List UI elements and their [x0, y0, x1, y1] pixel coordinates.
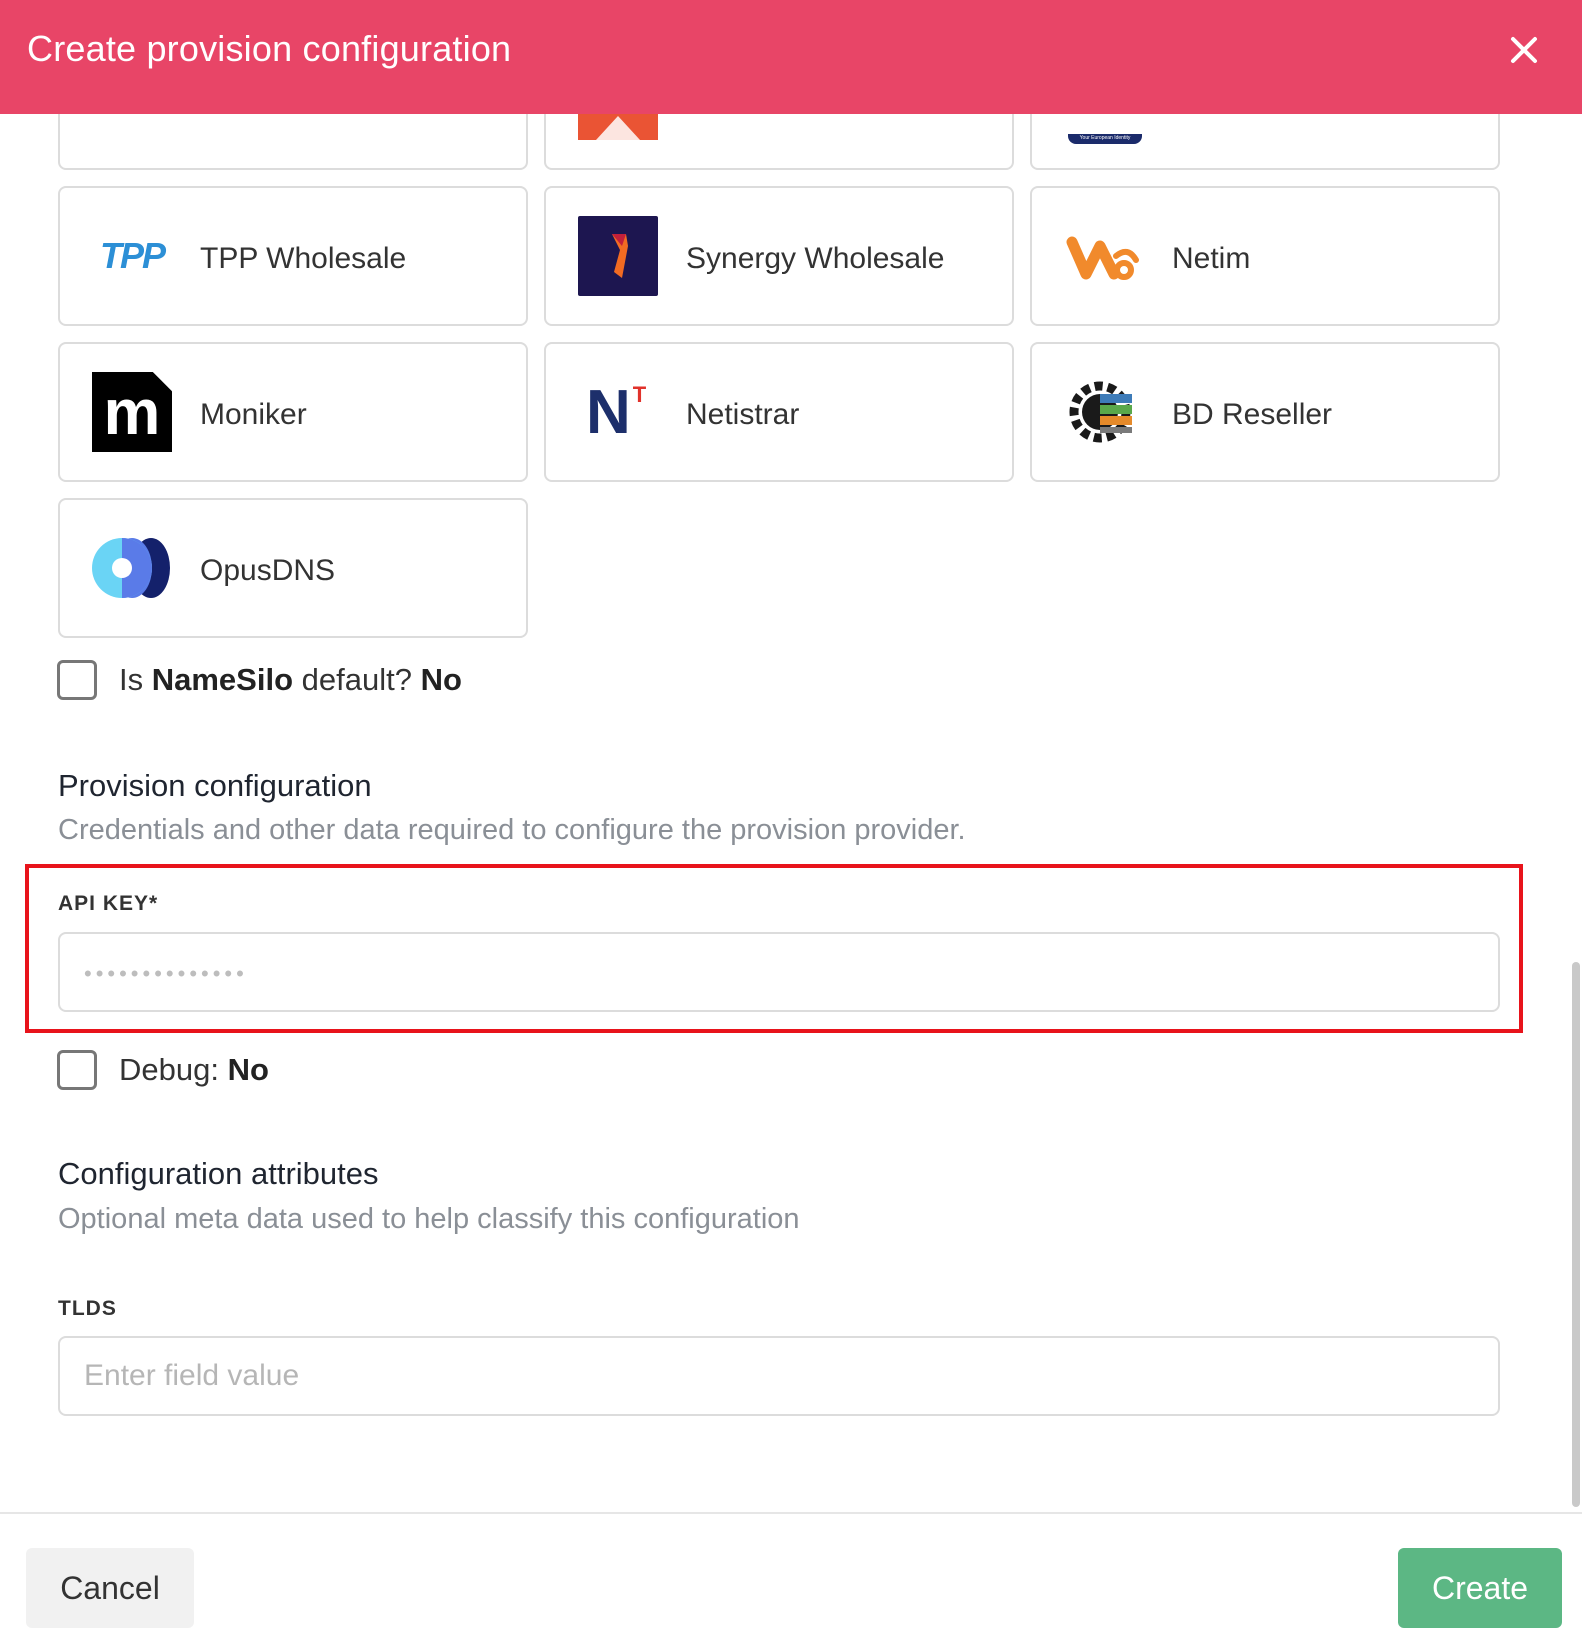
provision-section-title: Provision configuration — [58, 768, 372, 803]
provider-card-netim[interactable]: Netim — [1030, 186, 1500, 326]
provider-card-opusdns[interactable]: OpusDNS — [58, 498, 528, 638]
debug-checkbox-label: Debug: No — [119, 1052, 269, 1087]
default-checkbox[interactable] — [57, 660, 97, 700]
default-checkbox-label: Is NameSilo default? No — [119, 662, 462, 697]
moniker-logo-icon: m — [92, 372, 172, 452]
provider-card-synergy-wholesale[interactable]: Synergy Wholesale — [544, 186, 1014, 326]
provider-card-partial-1[interactable] — [58, 114, 528, 170]
synergy-logo-icon — [578, 216, 658, 296]
netistrar-logo-icon: N T — [586, 377, 647, 447]
provider-label: BD Reseller — [1172, 398, 1333, 431]
create-button[interactable]: Create — [1398, 1548, 1562, 1628]
provider-card-netistrar[interactable]: N T Netistrar — [544, 342, 1014, 482]
opusdns-logo-icon — [92, 528, 172, 608]
netim-logo-icon — [1064, 216, 1144, 296]
provision-section-description: Credentials and other data required to c… — [58, 814, 966, 846]
debug-checkbox-row: Debug: No — [57, 1050, 269, 1090]
modal-title: Create provision configuration — [27, 28, 512, 69]
tlds-input[interactable] — [58, 1336, 1500, 1416]
provider-label: OpusDNS — [200, 554, 336, 587]
modal-header: Create provision configuration — [0, 0, 1582, 114]
attributes-section-description: Optional meta data used to help classify… — [58, 1203, 800, 1235]
default-checkbox-row: Is NameSilo default? No — [57, 660, 462, 700]
provider-partial-logo-icon — [578, 114, 658, 140]
cancel-button[interactable]: Cancel — [26, 1548, 194, 1628]
provider-card-tpp-wholesale[interactable]: TPP TPP Wholesale — [58, 186, 528, 326]
eurid-logo-icon: Your European Identity — [1068, 134, 1142, 144]
modal-body[interactable]: Your European Identity TPP TPP Wholesale… — [0, 114, 1582, 1512]
attributes-section-title: Configuration attributes — [58, 1156, 379, 1191]
tpp-logo-icon: TPP — [99, 235, 166, 276]
provider-label: Synergy Wholesale — [686, 242, 945, 275]
eurid-logo-text: Your European Identity — [1079, 135, 1131, 141]
tlds-label: TLDS — [58, 1297, 117, 1320]
provider-card-partial-2[interactable] — [544, 114, 1014, 170]
scrollbar-thumb[interactable] — [1572, 962, 1580, 1507]
debug-checkbox[interactable] — [57, 1050, 97, 1090]
provider-label: TPP Wholesale — [200, 242, 407, 275]
provider-label: Moniker — [200, 398, 307, 431]
api-key-label: API KEY* — [58, 892, 159, 915]
modal-footer: Cancel Create — [0, 1512, 1582, 1644]
bd-reseller-logo-icon — [1064, 372, 1144, 452]
provider-label: Netim — [1172, 242, 1251, 275]
provider-card-bd-reseller[interactable]: BD Reseller — [1030, 342, 1500, 482]
provider-card-partial-3[interactable]: Your European Identity — [1030, 114, 1500, 170]
provider-label: Netistrar — [686, 398, 800, 431]
close-icon[interactable] — [1504, 30, 1544, 70]
provider-card-moniker[interactable]: m Moniker — [58, 342, 528, 482]
api-key-input[interactable] — [58, 932, 1500, 1012]
